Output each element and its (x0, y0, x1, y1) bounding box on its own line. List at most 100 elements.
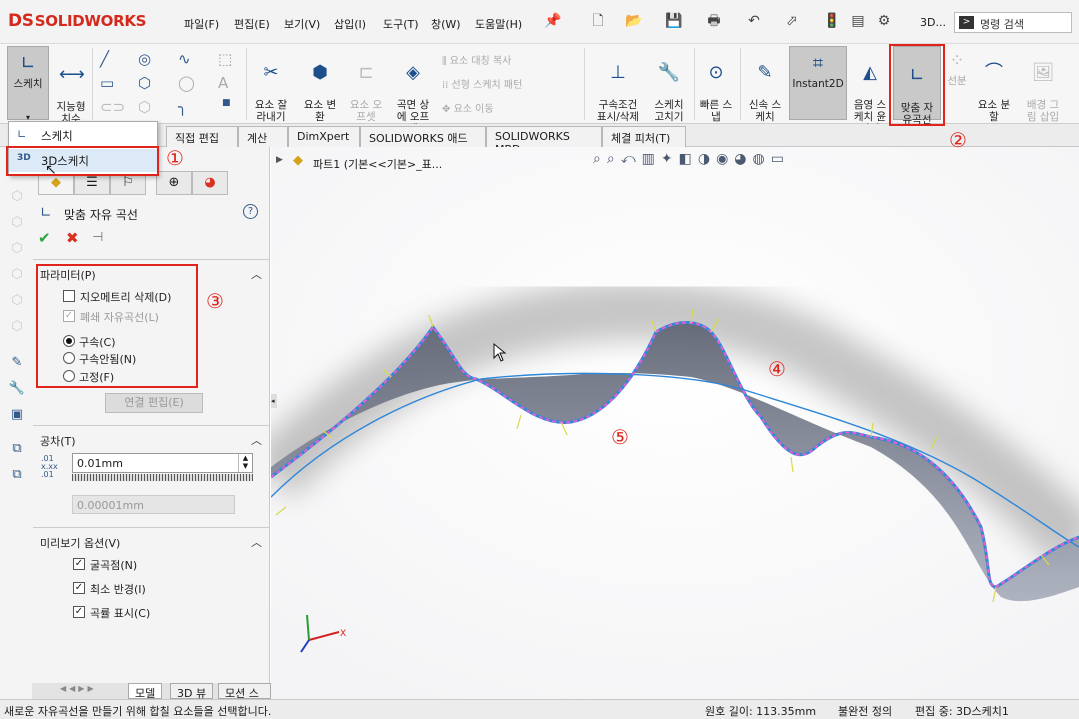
smart-dimension-button[interactable]: ⟷ 지능형 치수 (51, 52, 91, 125)
expand-tree-icon[interactable]: ▶ (276, 155, 283, 165)
split-entities-button[interactable]: ⌒ 요소 분 할 (974, 50, 1014, 123)
section-view-icon[interactable]: ▥ (642, 151, 661, 167)
paste-tool-icon[interactable]: ⧉ (8, 467, 26, 485)
tab-addins[interactable]: SOLIDWORKS 애드인 (360, 126, 486, 161)
display-tool-icon[interactable]: ▣ (8, 407, 26, 425)
polygon-icon[interactable]: ⬡ (138, 74, 151, 92)
ok-check-icon[interactable]: ✔ (38, 229, 51, 247)
repair-tool-icon[interactable]: 🔧 (8, 381, 26, 399)
menu-view[interactable]: 보기(V) (284, 16, 320, 32)
hex-icon[interactable]: ⬡ (138, 98, 151, 116)
file-properties-icon[interactable]: ▤ (848, 11, 868, 31)
tab-model[interactable]: 모델 (128, 683, 163, 700)
copy-tool-icon[interactable]: ⧉ (8, 441, 26, 459)
tab-dimxpert[interactable]: DimXpert (288, 126, 360, 147)
minimum-radius-checkbox[interactable]: ✓ 최소 반경(I) (73, 581, 146, 597)
slot-icon[interactable]: ⊂⊃ (100, 98, 125, 116)
chevron-up-icon[interactable]: ︿ (251, 534, 262, 550)
sketch-picture-button[interactable]: 🖼 배경 그 림 삽입 (1020, 50, 1066, 123)
linear-pattern-button[interactable]: ⁞⁞ 선형 스케치 패턴 (442, 76, 522, 91)
point-grid-icon[interactable]: ⬚ (218, 50, 232, 68)
view-orientation-icon[interactable]: ◧ (679, 151, 698, 167)
tolerance-spinner[interactable]: ▲ ▼ (238, 454, 252, 472)
mirror-entities-button[interactable]: ⫼ 요소 대칭 복사 (442, 52, 511, 67)
dynamic-annotation-icon[interactable]: ✦ (661, 151, 679, 167)
previous-view-icon[interactable]: ⤺ (621, 151, 642, 167)
gear-icon[interactable]: ⚙ (874, 11, 894, 31)
tree-item-icon[interactable]: ⬡ (8, 293, 26, 311)
new-document-icon[interactable]: 🗋 (588, 11, 608, 31)
tree-item-icon[interactable]: ⬡ (8, 319, 26, 337)
spline-icon[interactable]: ∿ (178, 50, 191, 68)
tab-evaluate[interactable]: 계산 (238, 126, 288, 147)
fillet-icon[interactable]: ╮ (178, 98, 187, 116)
apply-scene-icon[interactable]: ◍ (753, 151, 771, 167)
menu-tools[interactable]: 도구(T) (383, 16, 419, 32)
traffic-light-icon[interactable]: 🚦 (822, 11, 842, 31)
curvature-comb-checkbox[interactable]: ✓ 곡률 표시(C) (73, 605, 150, 621)
preview-options-header[interactable]: 미리보기 옵션(V) (40, 535, 120, 551)
overflow-menu[interactable]: 3D... (920, 16, 946, 29)
solidworks-logo[interactable]: DSSOLIDWORKS (8, 11, 146, 31)
zoom-area-icon[interactable]: ⌕ (607, 151, 621, 167)
tree-item-icon[interactable]: ⬡ (8, 215, 26, 233)
line-icon[interactable]: ╱ (100, 50, 109, 68)
quick-snaps-button[interactable]: ⊙ 빠른 스 냅 (697, 50, 735, 123)
convert-entities-button[interactable]: ⬢ 요소 변 환 (298, 50, 342, 123)
point-icon[interactable]: ■ (222, 98, 231, 108)
ellipse-icon[interactable]: ◯ (178, 74, 195, 92)
menu-edit[interactable]: 편집(E) (234, 16, 270, 32)
open-folder-icon[interactable]: 📂 (624, 11, 644, 31)
rapid-sketch-button[interactable]: ✎ 신속 스 케치 (745, 50, 785, 123)
sketch-button[interactable]: ∟ 스케치 ▾ (7, 46, 49, 122)
tab-motion-study[interactable]: 모션 스터디 1 (218, 683, 271, 716)
inflection-points-checkbox[interactable]: ✓ 굴곡점(N) (73, 557, 137, 573)
display-manager-tab[interactable]: ◕ (192, 171, 228, 195)
trim-entities-button[interactable]: ✂ 요소 잘 라내기(T) (250, 50, 292, 135)
offset-entities-button[interactable]: ⊏ 요소 오 프셋 (345, 50, 387, 123)
display-relations-button[interactable]: ⊥ 구속조건 표시/삭제 (590, 50, 646, 123)
dimxpert-tab[interactable]: ⊕ (156, 171, 192, 195)
tolerance-input[interactable]: 0.01mm (72, 453, 253, 473)
tree-item-icon[interactable]: ⬡ (8, 267, 26, 285)
sketch-tool-icon[interactable]: ✎ (8, 355, 26, 373)
command-search[interactable]: > 명령 검색 (954, 12, 1072, 33)
edit-appearance-icon[interactable]: ◕ (734, 151, 752, 167)
hide-show-icon[interactable]: ◉ (716, 151, 734, 167)
pushpin-icon[interactable]: ⊣ (92, 230, 103, 245)
tab-fastening-features[interactable]: 체결 피처(T) (602, 126, 686, 147)
heads-up-view-toolbar[interactable]: ⌕⌕⤺▥✦◧◑◉◕◍▭ (593, 151, 953, 173)
undo-icon[interactable]: ↶ (744, 11, 764, 31)
chevron-up-icon[interactable]: ︿ (251, 432, 262, 448)
print-icon[interactable]: 🖶 (704, 11, 724, 31)
offset-on-surface-button[interactable]: ◈ 곡면 상 에 오프 셋 (391, 50, 435, 135)
pin-icon[interactable]: 📌 (543, 11, 563, 31)
repair-sketch-button[interactable]: 🔧 스케치 고치기 (648, 50, 690, 123)
feature-path[interactable]: 파트1 (기본<<기본>_표... (313, 156, 442, 172)
line-segment-button[interactable]: ⁘ 선분 (943, 50, 971, 87)
instant2d-button[interactable]: ⌗ Instant2D (789, 46, 847, 120)
help-icon[interactable]: ? (243, 204, 258, 219)
save-icon[interactable]: 💾 (664, 11, 684, 31)
panel-collapse-handle[interactable]: ◂ (271, 394, 277, 408)
text-icon[interactable]: A (218, 74, 228, 92)
menu-insert[interactable]: 삽입(I) (334, 16, 366, 32)
menu-file[interactable]: 파일(F) (184, 16, 219, 32)
tab-3d-views[interactable]: 3D 뷰 (170, 683, 214, 700)
display-style-icon[interactable]: ◑ (698, 151, 716, 167)
tab-scroll-arrows[interactable]: ◀◀▶▶ (60, 684, 97, 693)
move-entities-button[interactable]: ✥ 요소 이동 (442, 100, 494, 115)
tree-item-icon[interactable]: ⬡ (8, 189, 26, 207)
graphics-area[interactable]: X ▶ ◆ 파트1 (기본<<기본>_표... ⌕⌕⤺▥✦◧◑◉◕◍▭ ◂ ④ … (271, 147, 1079, 699)
tolerance-thumbwheel[interactable] (72, 474, 253, 481)
view-settings-icon[interactable]: ▭ (771, 151, 790, 167)
tree-item-icon[interactable]: ⬡ (8, 241, 26, 259)
tolerance-header[interactable]: 공차(T) (40, 433, 76, 449)
menu-item-sketch[interactable]: ∟ 스케치 (9, 124, 157, 147)
edit-link-button[interactable]: 연결 편집(E) (105, 393, 203, 413)
select-arrow-icon[interactable]: ⬀ (782, 11, 802, 31)
zoom-to-fit-icon[interactable]: ⌕ (593, 151, 607, 167)
rectangle-icon[interactable]: ▭ (100, 74, 114, 92)
chevron-up-icon[interactable]: ︿ (251, 266, 262, 282)
tab-mbd[interactable]: SOLIDWORKS MBD (486, 126, 602, 156)
